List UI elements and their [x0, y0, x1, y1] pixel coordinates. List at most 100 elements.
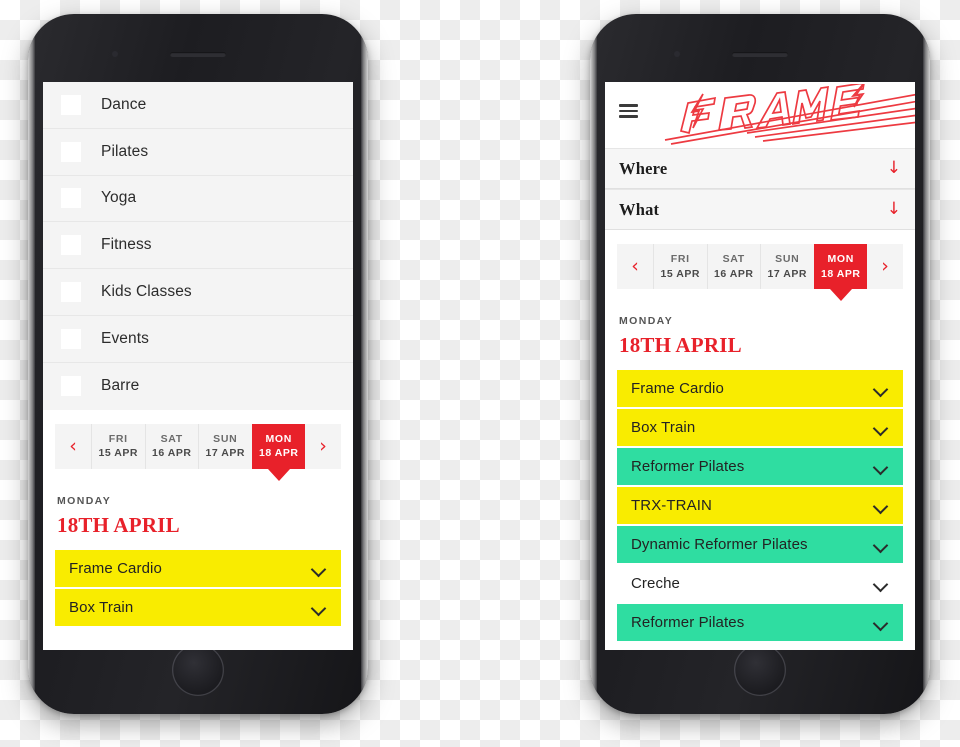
chevron-right-icon[interactable]: ›	[305, 424, 341, 469]
screenshot-stage: Dance Pilates Yoga Fitness Kids Classes …	[0, 0, 960, 747]
date-daymonth: 17 APR	[205, 447, 245, 460]
filter-item-events[interactable]: Events	[43, 316, 353, 363]
class-name: Dynamic Reformer Pilates	[631, 536, 808, 553]
right-phone-device: Where ↓ What ↓ ‹ FRI 15 APR SAT 16 APR S…	[590, 14, 930, 714]
checkbox-pilates[interactable]	[61, 141, 81, 162]
date-cell-sat-16-apr[interactable]: SAT 16 APR	[706, 244, 761, 289]
front-camera	[112, 51, 118, 57]
class-schedule-list: Frame Cardio Box Train Reformer Pilates …	[605, 370, 915, 641]
chevron-down-icon[interactable]	[874, 540, 889, 549]
chevron-down-icon[interactable]	[874, 501, 889, 510]
date-daymonth: 16 APR	[152, 447, 192, 460]
right-screen-content: Where ↓ What ↓ ‹ FRI 15 APR SAT 16 APR S…	[605, 82, 915, 650]
class-schedule-list: Frame Cardio Box Train	[43, 549, 353, 626]
right-phone-screen: Where ↓ What ↓ ‹ FRI 15 APR SAT 16 APR S…	[605, 82, 915, 650]
checkbox-events[interactable]	[61, 328, 81, 349]
front-camera	[674, 51, 680, 57]
filter-label: Yoga	[101, 189, 137, 207]
filter-accordion-what[interactable]: What ↓	[605, 189, 915, 230]
date-weekday: FRI	[670, 253, 690, 266]
date-cell-sun-17-apr[interactable]: SUN 17 APR	[760, 244, 814, 289]
chevron-down-icon[interactable]	[874, 462, 889, 471]
class-row[interactable]: Creche	[617, 565, 903, 602]
class-type-filter-list: Dance Pilates Yoga Fitness Kids Classes …	[43, 82, 353, 410]
date-weekday: SUN	[213, 432, 238, 445]
class-name: Box Train	[631, 419, 696, 436]
checkbox-dance[interactable]	[61, 94, 81, 115]
filter-item-barre[interactable]: Barre	[43, 363, 353, 410]
checkbox-kids-classes[interactable]	[61, 282, 81, 303]
chevron-down-icon[interactable]	[874, 423, 889, 432]
filter-item-pilates[interactable]: Pilates	[43, 129, 353, 176]
device-side-rail-right	[923, 14, 930, 714]
filter-item-fitness[interactable]: Fitness	[43, 222, 353, 270]
date-cells: FRI 15 APR SAT 16 APR SUN 17 APR MON 18 …	[91, 423, 305, 469]
chevron-down-icon[interactable]	[874, 384, 889, 393]
checkbox-yoga[interactable]	[61, 188, 81, 209]
day-heading: MONDAY 18TH APRIL	[605, 289, 915, 370]
chevron-down-icon[interactable]	[312, 603, 327, 612]
arrow-down-icon[interactable]: ↓	[887, 160, 901, 177]
site-header	[605, 82, 915, 148]
date-weekday: FRI	[108, 432, 128, 445]
date-cell-fri-15-apr[interactable]: FRI 15 APR	[653, 244, 707, 289]
class-row[interactable]: Frame Cardio	[55, 549, 341, 587]
filter-label: Kids Classes	[101, 283, 192, 301]
date-daymonth: 17 APR	[767, 267, 807, 280]
chevron-down-icon[interactable]	[874, 579, 889, 588]
filter-item-yoga[interactable]: Yoga	[43, 176, 353, 223]
filter-accordion-where[interactable]: Where ↓	[605, 148, 915, 189]
left-screen-content: Dance Pilates Yoga Fitness Kids Classes …	[43, 82, 353, 650]
date-cell-fri-15-apr[interactable]: FRI 15 APR	[91, 423, 145, 469]
checkbox-fitness[interactable]	[61, 235, 81, 256]
chevron-down-icon[interactable]	[312, 564, 327, 573]
date-picker-container: ‹ FRI 15 APR SAT 16 APR SUN 17 APR MON 1…	[43, 409, 353, 469]
chevron-left-icon[interactable]: ‹	[617, 244, 653, 289]
date-weekday: MON	[265, 432, 293, 445]
filter-label: Dance	[101, 95, 147, 113]
date-cell-mon-18-apr-selected[interactable]: MON 18 APR	[813, 244, 867, 289]
class-row[interactable]: Dynamic Reformer Pilates	[617, 526, 903, 563]
class-row[interactable]: Box Train	[55, 588, 341, 626]
hamburger-menu-icon[interactable]	[619, 104, 638, 118]
accordion-label: What	[619, 199, 660, 219]
date-weekday: SUN	[775, 253, 800, 266]
date-daymonth: 16 APR	[714, 267, 754, 280]
checkbox-barre[interactable]	[61, 376, 81, 397]
filter-item-dance[interactable]: Dance	[43, 82, 353, 129]
date-cell-mon-18-apr-selected[interactable]: MON 18 APR	[251, 423, 305, 469]
date-weekday: MON	[827, 253, 855, 266]
class-name: Box Train	[69, 598, 134, 616]
filter-label: Fitness	[101, 236, 152, 254]
left-phone-screen: Dance Pilates Yoga Fitness Kids Classes …	[43, 82, 353, 650]
date-cell-sun-17-apr[interactable]: SUN 17 APR	[198, 423, 252, 469]
date-picker-container: ‹ FRI 15 APR SAT 16 APR SUN 17 APR MON 1…	[605, 230, 915, 289]
filter-item-kids-classes[interactable]: Kids Classes	[43, 269, 353, 316]
date-daymonth: 15 APR	[98, 447, 138, 460]
class-name: Creche	[631, 575, 680, 592]
device-side-rail-left	[590, 14, 597, 714]
chevron-down-icon[interactable]	[874, 618, 889, 627]
home-button[interactable]	[734, 644, 786, 696]
class-name: TRX-TRAIN	[631, 497, 712, 514]
earpiece-speaker	[170, 52, 226, 57]
chevron-right-icon[interactable]: ›	[867, 244, 903, 289]
frame-logo[interactable]	[651, 84, 915, 146]
day-weekday-label: MONDAY	[57, 494, 112, 507]
arrow-down-icon[interactable]: ↓	[887, 201, 901, 218]
class-row[interactable]: Box Train	[617, 409, 903, 446]
day-heading: MONDAY 18TH APRIL	[43, 468, 353, 550]
class-row[interactable]: Frame Cardio	[617, 370, 903, 407]
class-row[interactable]: Reformer Pilates	[617, 448, 903, 485]
date-cell-sat-16-apr[interactable]: SAT 16 APR	[144, 423, 199, 469]
date-cells: FRI 15 APR SAT 16 APR SUN 17 APR MON 18 …	[653, 244, 867, 289]
home-button[interactable]	[172, 644, 224, 696]
class-name: Frame Cardio	[69, 559, 162, 577]
class-name: Reformer Pilates	[631, 458, 745, 475]
chevron-left-icon[interactable]: ‹	[55, 424, 91, 469]
device-side-rail-right	[361, 14, 368, 714]
class-row[interactable]: TRX-TRAIN	[617, 487, 903, 524]
class-row[interactable]: Reformer Pilates	[617, 604, 903, 641]
filter-label: Pilates	[101, 142, 149, 160]
day-date-label: 18TH APRIL	[619, 333, 742, 357]
